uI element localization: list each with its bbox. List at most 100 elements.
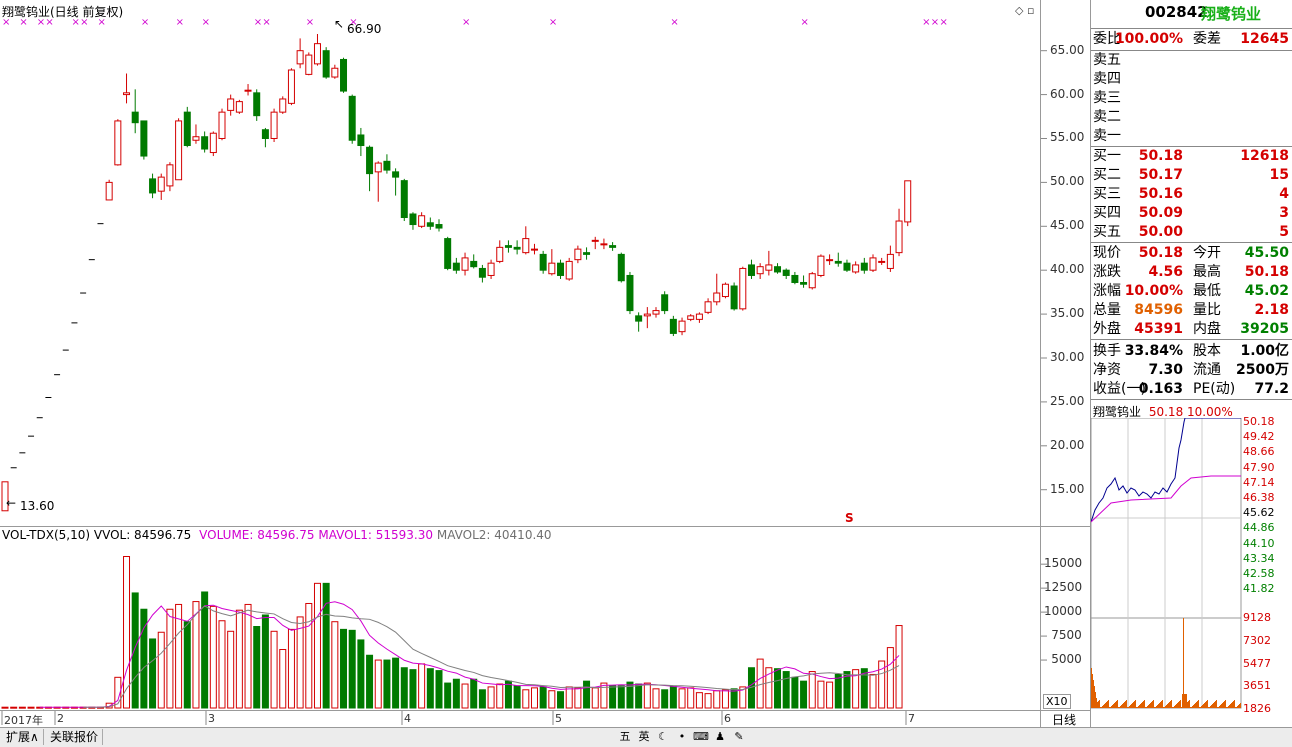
candle <box>201 131 209 153</box>
volume-bar <box>235 609 243 709</box>
ask-row[interactable]: 卖三 <box>1093 89 1291 107</box>
keyboard-icon[interactable]: ⌨ <box>692 730 710 744</box>
volume-bar <box>513 685 521 709</box>
volume-bar <box>695 692 703 709</box>
ask-row[interactable]: 卖一 <box>1093 127 1291 145</box>
volume-bar <box>756 658 764 709</box>
fund-value: 77.2 <box>1254 381 1289 397</box>
bid-row[interactable]: 买四 50.09 3 <box>1093 204 1291 222</box>
stat-label: 涨跌 <box>1093 264 1121 280</box>
stat-value: 2.18 <box>1254 302 1289 318</box>
volume-bar <box>669 685 677 709</box>
candle <box>348 94 356 144</box>
candle-body <box>687 315 695 320</box>
weicha-value: 12645 <box>1240 31 1289 47</box>
candle <box>357 127 365 157</box>
candle <box>157 173 165 200</box>
price-axis-label: 20.00 <box>1050 437 1085 452</box>
candle-body <box>574 248 582 261</box>
volume-bar <box>400 667 408 709</box>
quote-header: 002842 翔鹭钨业 <box>1091 3 1292 23</box>
bid-row-volume: 5 <box>1279 224 1289 240</box>
mini-price-axis-label: 47.90 <box>1243 460 1275 474</box>
candle <box>843 259 851 272</box>
english-input-icon[interactable]: 英 <box>635 730 653 744</box>
candle-body <box>904 180 912 223</box>
candle <box>860 257 868 274</box>
volume-bar <box>470 678 478 709</box>
vol-axis-label: 7500 <box>1051 628 1082 643</box>
restore-icon[interactable]: ◇ <box>1015 4 1023 17</box>
candle <box>886 245 894 272</box>
stat-value: 50.18 <box>1138 245 1183 261</box>
kline-chart-area[interactable]: × × × × × × × × × × × × × × × × × × × × × 翔鹭钨业(日线 前复权) ◇ ▫ 6… <box>0 0 1090 746</box>
candle-body <box>392 171 400 178</box>
bid-row[interactable]: 买一 50.18 12618 <box>1093 147 1291 165</box>
ask-row[interactable]: 卖四 <box>1093 70 1291 88</box>
person-icon[interactable]: ♟ <box>711 730 729 744</box>
stat-label: 量比 <box>1193 302 1221 318</box>
volume-bar <box>548 690 556 709</box>
candle <box>565 257 573 281</box>
date-label: 3 <box>208 712 215 725</box>
date-label: 2017年 <box>4 714 43 727</box>
signal-x-marker: × <box>801 17 809 28</box>
candle <box>661 291 669 315</box>
stat-value: 45.50 <box>1244 245 1289 261</box>
stat-label: 外盘 <box>1093 321 1121 337</box>
volume-bar <box>331 621 339 709</box>
candle <box>331 64 339 79</box>
volume-bar <box>296 616 304 709</box>
candle <box>409 212 417 230</box>
x10-scale-label: X10 <box>1043 694 1071 709</box>
candle-body <box>149 178 157 194</box>
volume-bar <box>322 582 330 709</box>
quote-stat-row: 现价 50.18 今开 45.50 <box>1093 244 1291 262</box>
mavol2-value: MAVOL2: 40410.40 <box>436 528 552 542</box>
volume-bar <box>652 688 660 709</box>
mini-price-axis-label: 50.18 <box>1243 415 1275 428</box>
bid-row[interactable]: 买五 50.00 5 <box>1093 223 1291 241</box>
collapse-icon[interactable]: ▫ <box>1027 4 1034 17</box>
candle <box>418 212 426 229</box>
period-label[interactable]: 日线 <box>1052 711 1076 728</box>
mini-avg-line <box>1091 475 1241 523</box>
mini-price-axis-label: 44.10 <box>1243 536 1275 550</box>
moon-icon[interactable]: ☾ <box>654 730 672 744</box>
candle <box>626 271 634 315</box>
expand-tab[interactable]: 扩展∧ <box>2 729 44 745</box>
high-arrow-icon: ↖ <box>334 17 345 31</box>
volume-bar <box>218 620 226 709</box>
related-quote-tab[interactable]: 关联报价 <box>46 729 104 745</box>
bid-row[interactable]: 买三 50.16 4 <box>1093 185 1291 203</box>
volume-bar <box>227 630 235 709</box>
fund-value: 33.84% <box>1124 343 1183 359</box>
candle-body <box>860 262 868 271</box>
mini-price-axis-label: 47.14 <box>1243 475 1275 489</box>
stat-label: 内盘 <box>1193 321 1221 337</box>
candle-body <box>782 269 790 276</box>
ask-row[interactable]: 卖五 <box>1093 51 1291 69</box>
kline-svg[interactable]: × × × × × × × × × × × × × × × × × × × × × <box>0 0 1090 727</box>
date-label: 2 <box>57 712 64 725</box>
mini-frame <box>1091 418 1242 709</box>
candle <box>426 217 434 230</box>
volume-bar <box>496 683 504 709</box>
bid-row-price: 50.18 <box>1138 148 1183 164</box>
mini-vol-axis-label: 1826 <box>1243 702 1271 716</box>
dot-icon[interactable]: • <box>673 730 691 744</box>
candle-body <box>435 224 443 229</box>
fund-label: 股本 <box>1193 343 1221 359</box>
vvol-value: VVOL: 84596.75 <box>93 528 192 542</box>
ask-row[interactable]: 卖二 <box>1093 108 1291 126</box>
five-icon[interactable]: 五 <box>616 730 634 744</box>
candle-body <box>331 67 339 78</box>
bid-row[interactable]: 买二 50.17 15 <box>1093 166 1291 184</box>
wrench-icon[interactable]: ✎ <box>730 730 748 744</box>
candle <box>721 282 729 299</box>
candle-body <box>270 111 278 139</box>
mini-price-line <box>1091 418 1241 523</box>
stat-value: 45391 <box>1134 321 1183 337</box>
candle <box>600 238 608 250</box>
candle-body <box>183 111 191 147</box>
